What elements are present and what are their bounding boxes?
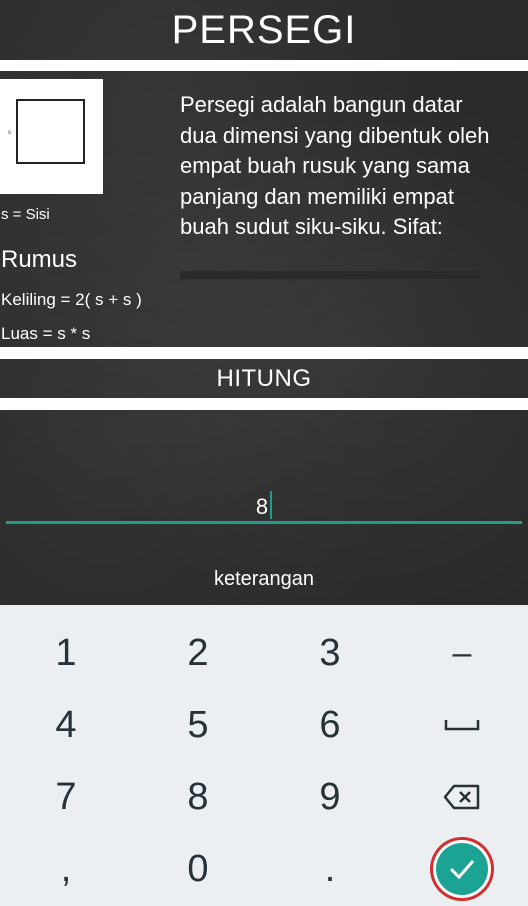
numeric-keypad: 1 2 3 – 4 5 6 7 8 9 , 0 .	[0, 605, 528, 906]
key-4[interactable]: 4	[0, 689, 132, 761]
input-value-wrap: 8	[255, 491, 273, 519]
backspace-key[interactable]	[396, 761, 528, 833]
text-caret	[270, 491, 273, 519]
formula-keliling: Keliling = 2( s + s )	[1, 290, 142, 309]
key-0[interactable]: 0	[132, 833, 264, 905]
square-shape	[16, 99, 85, 164]
key-3[interactable]: 3	[264, 617, 396, 689]
space-key[interactable]	[396, 689, 528, 761]
hitung-top-rule	[0, 347, 528, 359]
backspace-icon	[443, 784, 480, 810]
formula-luas: Luas = s * s	[1, 324, 91, 343]
check-icon	[449, 860, 475, 880]
key-2[interactable]: 2	[132, 617, 264, 689]
key-6[interactable]: 6	[264, 689, 396, 761]
key-7[interactable]: 7	[0, 761, 132, 833]
keterangan-label: keterangan	[213, 568, 315, 590]
key-minus[interactable]: –	[396, 617, 528, 689]
side-label: s	[8, 130, 11, 136]
input-value: 8	[255, 494, 269, 519]
square-diagram: s	[0, 79, 103, 194]
legend-text: s = Sisi	[1, 206, 50, 223]
key-comma[interactable]: ,	[0, 833, 132, 905]
key-8[interactable]: 8	[132, 761, 264, 833]
description-clip	[180, 271, 480, 279]
formula-heading: Rumus	[1, 246, 78, 273]
description-scroll[interactable]: Persegi adalah bangun datar dua dimensi …	[180, 90, 500, 272]
description-text: Persegi adalah bangun datar dua dimensi …	[180, 92, 490, 239]
side-input[interactable]: 8	[6, 478, 522, 524]
key-5[interactable]: 5	[132, 689, 264, 761]
key-period[interactable]: .	[264, 833, 396, 905]
hitung-button[interactable]: HITUNG	[0, 360, 528, 398]
done-button[interactable]	[436, 843, 488, 895]
page-title: PERSEGI	[171, 7, 357, 52]
key-1[interactable]: 1	[0, 617, 132, 689]
done-key[interactable]	[396, 833, 528, 905]
header-divider	[0, 60, 528, 71]
key-9[interactable]: 9	[264, 761, 396, 833]
space-bar-icon	[444, 720, 480, 731]
hitung-bottom-rule	[0, 398, 528, 410]
